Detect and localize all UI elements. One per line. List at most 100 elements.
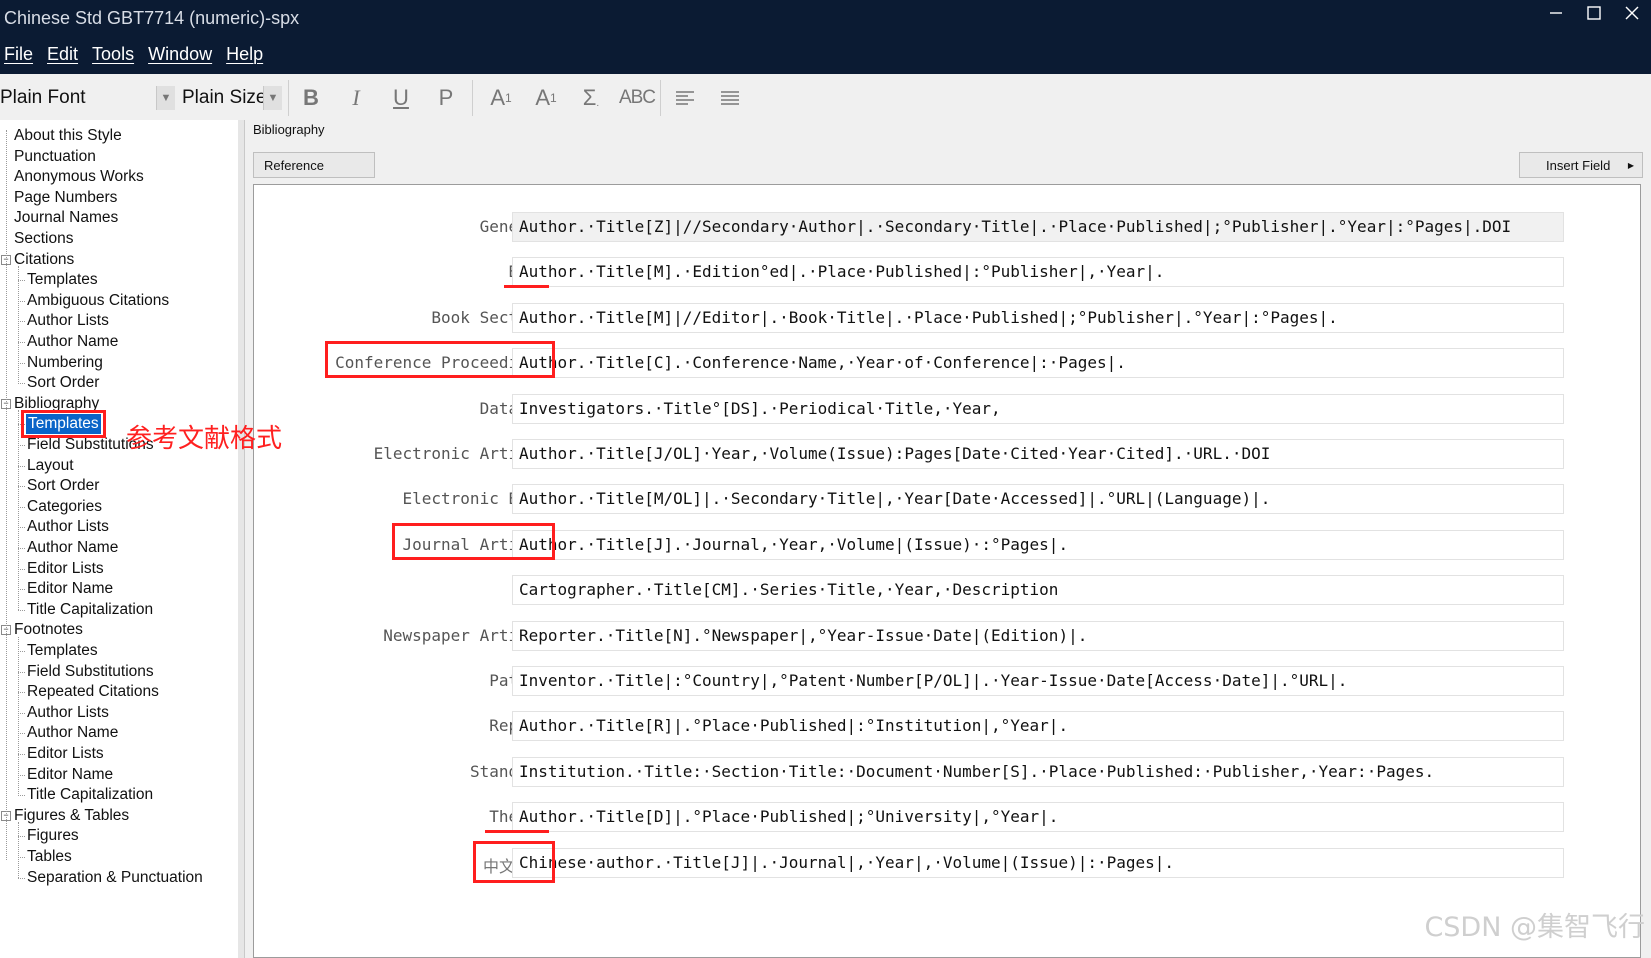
tree-item[interactable]: Categories — [27, 497, 102, 517]
tree-connector — [18, 651, 25, 652]
tree-item[interactable]: Editor Name — [27, 579, 113, 599]
tree-connector — [18, 280, 25, 282]
chevron-down-icon[interactable]: ▼ — [156, 86, 175, 110]
template-field[interactable]: Reporter.·Title[N].°Newspaper|,°Year-Iss… — [512, 620, 1564, 651]
tree-connector — [18, 362, 25, 364]
tree-connector — [18, 342, 25, 343]
superscript-icon: A — [490, 85, 505, 110]
tree-item[interactable]: Author Name — [27, 538, 118, 558]
tree-connector — [18, 857, 25, 858]
tree-connector — [18, 836, 25, 838]
tree-item[interactable]: Numbering — [27, 353, 103, 373]
window-title: Chinese Std GBT7714 (numeric)-spx — [4, 8, 300, 28]
annotation-underline — [485, 830, 549, 834]
tree-item[interactable]: Sections — [14, 229, 73, 249]
size-select-value: Plain Size — [182, 87, 267, 108]
tree-item[interactable]: Separation & Punctuation — [27, 868, 203, 888]
caret-right-icon: ▶ — [1627, 161, 1634, 170]
tree-item[interactable]: Anonymous Works — [14, 167, 144, 187]
tree-item[interactable]: Author Lists — [27, 703, 109, 723]
tree-item[interactable]: Tables — [27, 847, 72, 867]
menu-help[interactable]: Help — [226, 44, 263, 65]
subscript-button[interactable]: A1 — [531, 84, 561, 112]
template-field[interactable]: Author.·Title[M/OL]|.·Secondary·Title|,·… — [512, 484, 1564, 515]
tree-item[interactable]: Page Numbers — [14, 188, 117, 208]
toolbar-divider — [472, 80, 473, 116]
tree-item[interactable]: Sort Order — [27, 373, 99, 393]
insert-field-button[interactable]: Insert Field ▶ — [1519, 152, 1643, 178]
template-field[interactable]: Author.·Title[M].·Edition°ed|.·Place·Pub… — [512, 257, 1564, 288]
tree-item[interactable]: Author Name — [27, 332, 118, 352]
justify-button[interactable] — [715, 84, 745, 112]
tree-item[interactable]: Bibliography — [14, 394, 99, 414]
tree-item[interactable]: Editor Lists — [27, 744, 104, 764]
tree-connector — [6, 130, 7, 860]
tree-item[interactable]: Editor Name — [27, 765, 113, 785]
format-toolbar: Plain Font ▼ Plain Size ▼ B I U P A1 A1 … — [0, 74, 1651, 121]
maximize-icon[interactable] — [1576, 0, 1612, 26]
tree-connector — [18, 300, 25, 302]
bold-button[interactable]: B — [296, 84, 326, 112]
template-field[interactable]: Cartographer.·Title[CM].·Series·Title,·Y… — [512, 575, 1564, 606]
tree-item[interactable]: About this Style — [14, 126, 122, 146]
tree-item[interactable]: Title Capitalization — [27, 785, 153, 805]
menu-tools[interactable]: Tools — [92, 44, 134, 65]
font-select[interactable]: Plain Font ▼ — [0, 84, 175, 112]
underline-button[interactable]: U — [386, 84, 416, 112]
size-select[interactable]: Plain Size ▼ — [180, 84, 282, 112]
tree-item[interactable]: Title Capitalization — [27, 600, 153, 620]
toolbar-divider — [660, 80, 661, 116]
close-icon[interactable] — [1614, 0, 1650, 26]
title-bar: Chinese Std GBT7714 (numeric)-spx File E… — [0, 0, 1651, 74]
tree-item[interactable]: Figures — [27, 826, 79, 846]
tree-item[interactable]: Ambiguous Citations — [27, 291, 169, 311]
plain-button[interactable]: P — [431, 84, 461, 112]
tree-item[interactable]: Templates — [26, 414, 101, 435]
reference-types-button[interactable]: Reference Types▶ — [253, 152, 375, 199]
template-field[interactable]: Inventor.·Title|:°Country|,°Patent·Numbe… — [512, 666, 1564, 696]
tree-connector — [18, 568, 25, 570]
chevron-down-icon[interactable]: ▼ — [263, 86, 282, 110]
italic-button[interactable]: I — [341, 84, 371, 112]
tree-item[interactable]: Footnotes — [14, 620, 83, 640]
template-field[interactable]: Author.·Title[D]|.°Place·Published|;°Uni… — [512, 802, 1564, 833]
menu-bar: File Edit Tools Window Help — [4, 44, 263, 65]
template-field[interactable]: Investigators.·Title°[DS].·Periodical·Ti… — [512, 393, 1564, 424]
template-field[interactable]: Author.·Title[C].·Conference·Name,·Year·… — [512, 348, 1564, 379]
tree-item[interactable]: Figures & Tables — [14, 806, 129, 826]
tree-item[interactable]: Repeated Citations — [27, 682, 159, 702]
align-left-button[interactable] — [670, 84, 700, 112]
tree-item[interactable]: Layout — [27, 456, 74, 476]
template-field[interactable]: Author.·Title[M]|//Editor|.·Book·Title|.… — [512, 302, 1564, 333]
template-field[interactable]: Author.·Title[J/OL]·Year,·Volume(Issue):… — [512, 439, 1564, 469]
template-field[interactable]: Author.·Title[R]|.°Place·Published|:°Ins… — [512, 711, 1564, 742]
tree-item[interactable]: Punctuation — [14, 147, 96, 167]
tree-item[interactable]: Author Lists — [27, 517, 109, 537]
menu-window[interactable]: Window — [148, 44, 212, 65]
tree-item[interactable]: Citations — [14, 250, 74, 270]
tree-connector — [18, 671, 25, 673]
template-field[interactable]: Institution.·Title:·Section·Title:·Docum… — [512, 756, 1564, 787]
tree-item[interactable]: Field Substitutions — [27, 662, 154, 682]
tree-item[interactable]: Sort Order — [27, 476, 99, 496]
tree-connector — [18, 774, 25, 776]
menu-file[interactable]: File — [4, 44, 33, 65]
templates-panel: GenericAuthor.·Title[Z]|//Secondary·Auth… — [253, 184, 1641, 958]
menu-edit[interactable]: Edit — [47, 44, 78, 65]
superscript-button[interactable]: A1 — [486, 84, 516, 112]
template-field[interactable]: Author.·Title[J].·Journal,·Year,·Volume|… — [512, 529, 1564, 560]
tree-connector — [18, 465, 25, 467]
tree-item[interactable]: Author Name — [27, 723, 118, 743]
template-field[interactable]: Chinese·author.·Title[J]|.·Journal|,·Yea… — [512, 847, 1564, 878]
tree-item[interactable]: Templates — [27, 641, 98, 661]
smallcaps-button[interactable]: ABC — [618, 84, 656, 112]
symbol-button[interactable]: Σ. — [576, 84, 606, 112]
tree-connector — [18, 692, 25, 694]
template-field[interactable]: Author.·Title[Z]|//Secondary·Author|.·Se… — [512, 212, 1564, 242]
tree-item[interactable]: Templates — [27, 270, 98, 290]
tree-item[interactable]: Journal Names — [14, 208, 118, 228]
tree-item[interactable]: Author Lists — [27, 311, 109, 331]
minimize-icon[interactable] — [1538, 0, 1574, 26]
tree-item[interactable]: Editor Lists — [27, 559, 104, 579]
pane-splitter[interactable] — [238, 120, 245, 958]
